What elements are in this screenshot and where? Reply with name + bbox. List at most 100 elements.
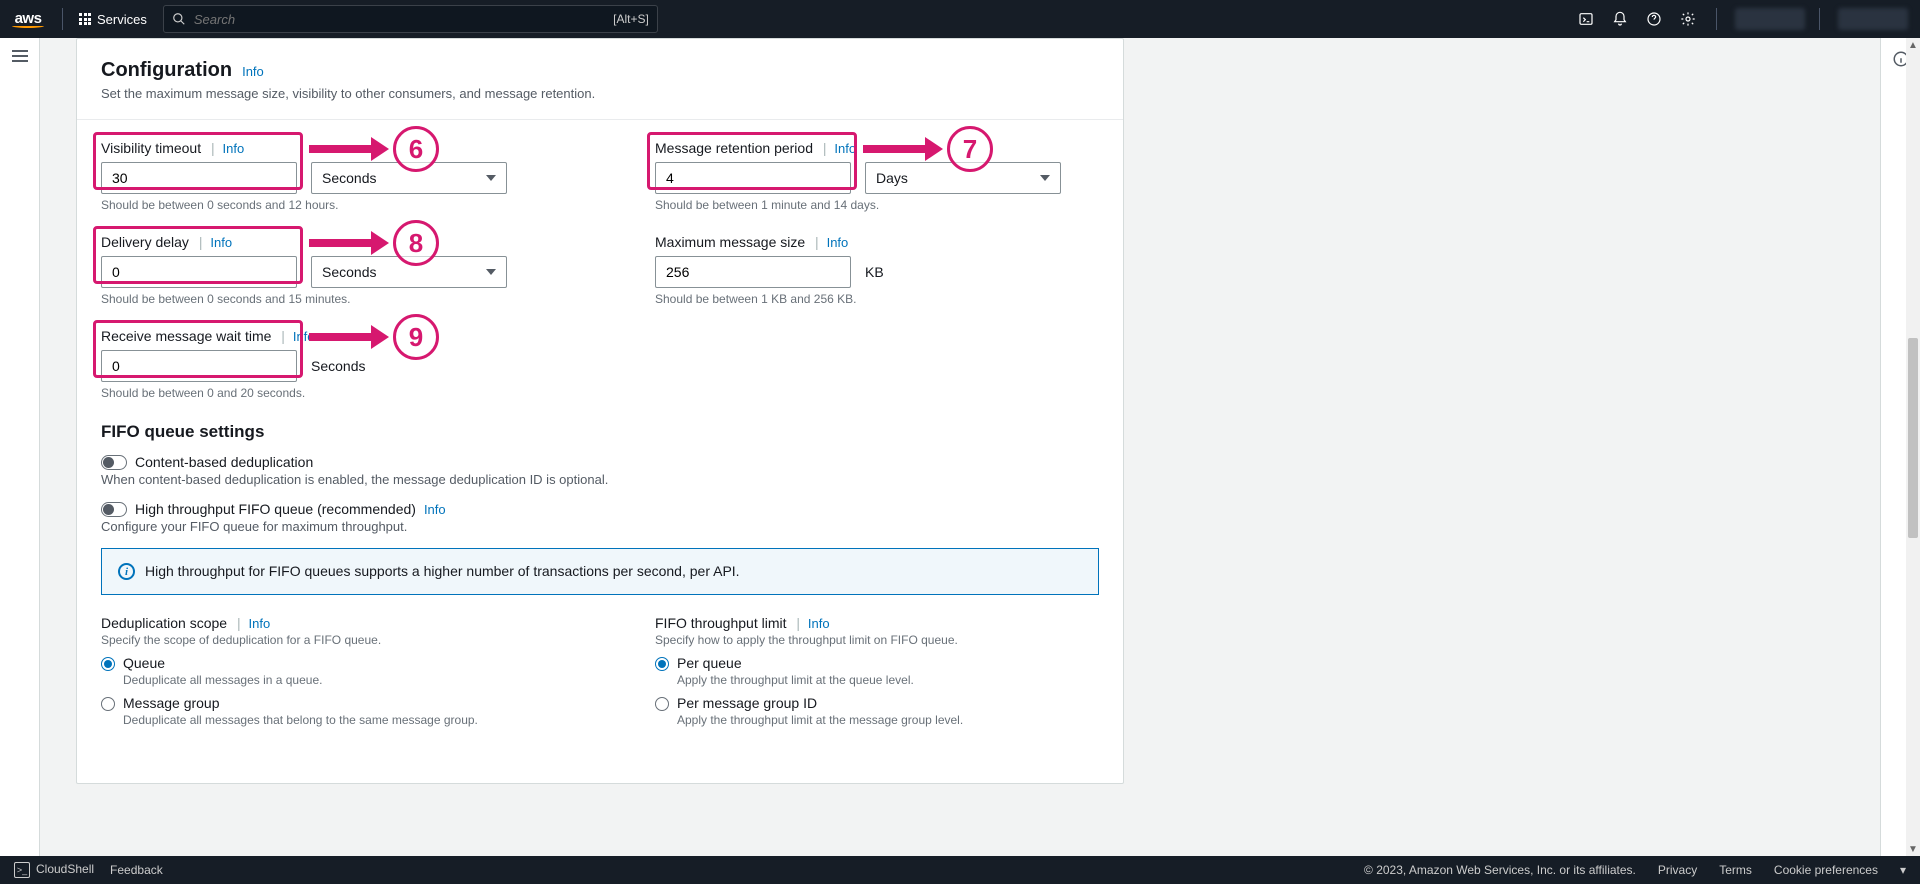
feedback-link[interactable]: Feedback (110, 863, 163, 877)
account-menu[interactable] (1838, 8, 1908, 30)
scope-sub: Specify the scope of deduplication for a… (101, 633, 545, 647)
separator (77, 119, 1123, 120)
limit-opt2-hint: Apply the throughput limit at the messag… (677, 713, 1099, 727)
maxsize-info-link[interactable]: Info (827, 235, 849, 250)
scroll-down-icon[interactable]: ▼ (1906, 842, 1920, 856)
wait-unit: Seconds (311, 358, 365, 374)
max-message-size-field: Maximum message size | Info KB Should be… (655, 234, 1099, 306)
dedup-label: Content-based deduplication (135, 454, 313, 470)
configuration-info-link[interactable]: Info (242, 64, 264, 79)
maxsize-unit: KB (865, 264, 884, 280)
chevron-down-icon (486, 269, 496, 275)
region-selector[interactable] (1735, 8, 1805, 30)
delay-unit-value: Seconds (322, 264, 376, 280)
scrollbar[interactable]: ▲ ▼ (1906, 38, 1920, 856)
visibility-hint: Should be between 0 seconds and 12 hours… (101, 198, 545, 212)
bell-icon[interactable] (1606, 5, 1634, 33)
delivery-delay-field: 8 Delivery delay | Info Seconds Should b… (101, 234, 545, 306)
services-menu[interactable]: Services (71, 8, 155, 31)
retention-unit-select[interactable]: Days (865, 162, 1061, 194)
limit-radio-queue[interactable] (655, 657, 669, 671)
terms-link[interactable]: Terms (1719, 863, 1752, 877)
fifo-settings-heading: FIFO queue settings (101, 422, 1099, 442)
scope-info-link[interactable]: Info (249, 616, 271, 631)
maxsize-hint: Should be between 1 KB and 256 KB. (655, 292, 1099, 306)
copyright-text: © 2023, Amazon Web Services, Inc. or its… (1364, 863, 1636, 877)
visibility-unit-value: Seconds (322, 170, 376, 186)
configuration-heading: Configuration (101, 59, 232, 82)
scope-label: Deduplication scope (101, 615, 227, 631)
footer: >_CloudShell Feedback © 2023, Amazon Web… (0, 856, 1920, 884)
retention-label: Message retention period (655, 140, 813, 156)
cloudshell-icon[interactable] (1572, 5, 1600, 33)
limit-radio-group[interactable] (655, 697, 669, 711)
chevron-down-icon (1040, 175, 1050, 181)
retention-period-field: 7 Message retention period | Info Days S… (655, 140, 1099, 212)
visibility-label: Visibility timeout (101, 140, 201, 156)
configuration-card: Configuration Info Set the maximum messa… (76, 38, 1124, 784)
scope-radio-queue[interactable] (101, 657, 115, 671)
nav-right (1572, 5, 1908, 33)
info-banner-text: High throughput for FIFO queues supports… (145, 563, 740, 579)
nav-divider-2 (1716, 8, 1717, 30)
receive-wait-field: 9 Receive message wait time | Info Secon… (101, 328, 591, 400)
delay-input[interactable] (101, 256, 297, 288)
chevron-down-icon[interactable]: ▾ (1900, 863, 1906, 877)
main-content: Configuration Info Set the maximum messa… (40, 38, 1880, 856)
privacy-link[interactable]: Privacy (1658, 863, 1697, 877)
aws-logo[interactable]: aws (12, 10, 44, 28)
scope-opt1-label: Queue (123, 655, 165, 671)
scope-opt1-hint: Deduplicate all messages in a queue. (123, 673, 545, 687)
cookie-prefs-link[interactable]: Cookie preferences (1774, 863, 1878, 877)
retention-info-link[interactable]: Info (834, 141, 856, 156)
wait-info-link[interactable]: Info (293, 329, 315, 344)
hamburger-icon[interactable] (12, 50, 28, 62)
nav-divider (62, 8, 63, 30)
high-throughput-toggle[interactable] (101, 502, 127, 517)
configuration-subtitle: Set the maximum message size, visibility… (101, 86, 1099, 101)
grid-icon (79, 13, 91, 25)
cloudshell-footer-icon: >_ (14, 862, 30, 878)
retention-input[interactable] (655, 162, 851, 194)
wait-input[interactable] (101, 350, 297, 382)
cloudshell-link[interactable]: >_CloudShell (14, 862, 94, 878)
high-throughput-info-link[interactable]: Info (424, 502, 446, 517)
top-nav: aws Services [Alt+S] (0, 0, 1920, 38)
visibility-unit-select[interactable]: Seconds (311, 162, 507, 194)
help-icon[interactable] (1640, 5, 1668, 33)
limit-sub: Specify how to apply the throughput limi… (655, 633, 1099, 647)
wait-label: Receive message wait time (101, 328, 271, 344)
gear-icon[interactable] (1674, 5, 1702, 33)
scope-opt2-hint: Deduplicate all messages that belong to … (123, 713, 545, 727)
scrollbar-thumb[interactable] (1908, 338, 1918, 538)
scope-radio-group[interactable] (101, 697, 115, 711)
limit-opt1-hint: Apply the throughput limit at the queue … (677, 673, 1099, 687)
limit-info-link[interactable]: Info (808, 616, 830, 631)
chevron-down-icon (486, 175, 496, 181)
limit-opt2-label: Per message group ID (677, 695, 817, 711)
search-input[interactable] (194, 12, 649, 27)
visibility-info-link[interactable]: Info (223, 141, 245, 156)
dedup-toggle[interactable] (101, 455, 127, 470)
dedup-scope-group: Deduplication scope | Info Specify the s… (101, 615, 545, 733)
search-box[interactable]: [Alt+S] (163, 5, 658, 33)
throughput-limit-group: FIFO throughput limit | Info Specify how… (655, 615, 1099, 733)
dedup-hint: When content-based deduplication is enab… (101, 472, 1099, 487)
retention-hint: Should be between 1 minute and 14 days. (655, 198, 1099, 212)
wait-hint: Should be between 0 and 20 seconds. (101, 386, 591, 400)
limit-label: FIFO throughput limit (655, 615, 787, 631)
delay-info-link[interactable]: Info (210, 235, 232, 250)
delay-unit-select[interactable]: Seconds (311, 256, 507, 288)
delay-hint: Should be between 0 seconds and 15 minut… (101, 292, 545, 306)
high-throughput-hint: Configure your FIFO queue for maximum th… (101, 519, 1099, 534)
info-icon: i (118, 563, 135, 580)
search-icon (172, 12, 186, 26)
limit-opt1-label: Per queue (677, 655, 742, 671)
services-label: Services (97, 12, 147, 27)
info-banner: i High throughput for FIFO queues suppor… (101, 548, 1099, 595)
visibility-input[interactable] (101, 162, 297, 194)
scroll-up-icon[interactable]: ▲ (1906, 38, 1920, 52)
maxsize-input[interactable] (655, 256, 851, 288)
delay-label: Delivery delay (101, 234, 189, 250)
scope-opt2-label: Message group (123, 695, 220, 711)
